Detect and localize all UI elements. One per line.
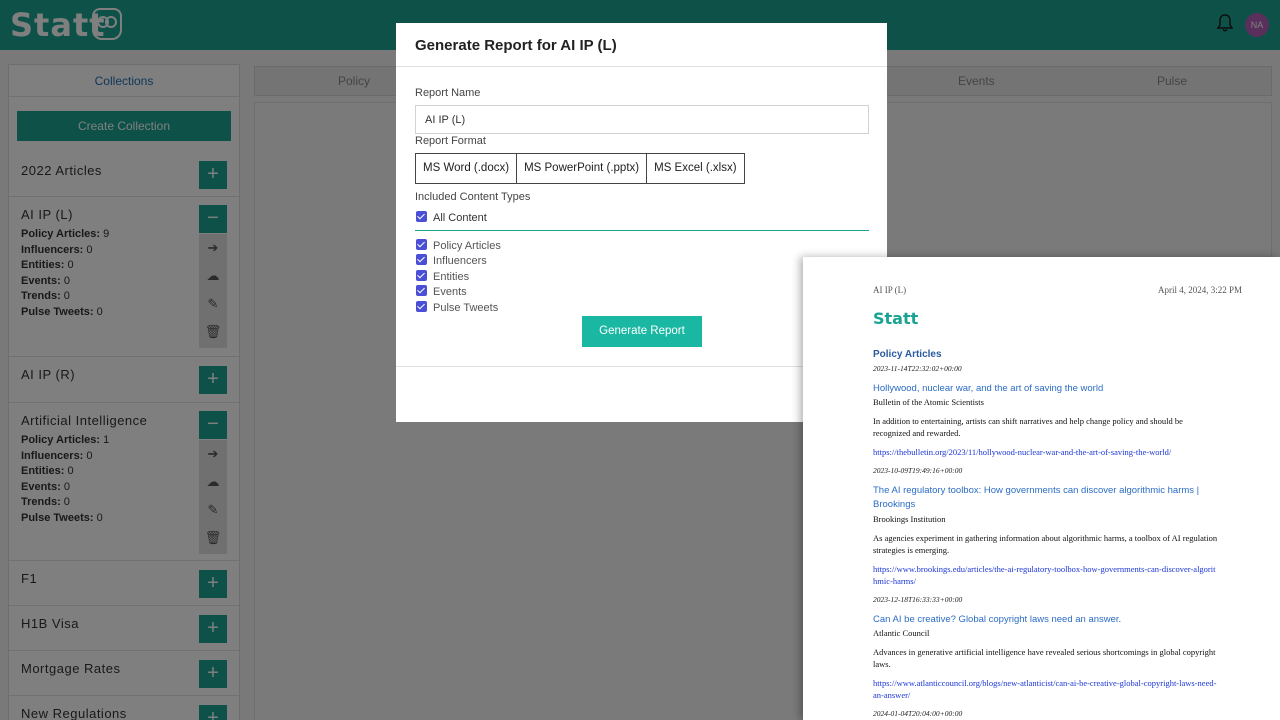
checkbox-checked-icon[interactable] <box>416 270 427 281</box>
article-url[interactable]: https://www.atlanticcouncil.org/blogs/ne… <box>873 678 1218 701</box>
checkbox-checked-icon[interactable] <box>416 254 427 265</box>
article-date: 2024-01-04T20:04:00+00:00 <box>873 709 963 718</box>
influencers-checkbox[interactable]: Influencers <box>416 254 487 268</box>
article-date: 2023-12-18T16:33:33+00:00 <box>873 595 963 604</box>
policy-articles-checkbox[interactable]: Policy Articles <box>416 239 501 253</box>
modal-title: Generate Report for AI IP (L) <box>415 37 617 54</box>
article-source: Bulletin of the Atomic Scientists <box>873 397 984 407</box>
article-summary: As agencies experiment in gathering info… <box>873 533 1218 555</box>
report-preview: AI IP (L) April 4, 2024, 3:22 PM Statt P… <box>803 257 1280 720</box>
article-date: 2023-11-14T22:32:02+00:00 <box>873 364 962 373</box>
article-summary: In addition to entertaining, artists can… <box>873 416 1183 438</box>
content-types-label: Included Content Types <box>415 191 531 203</box>
all-content-checkbox[interactable]: All Content <box>416 211 487 225</box>
report-format-group: MS Word (.docx) MS PowerPoint (.pptx) MS… <box>415 153 745 184</box>
report-name-label: Report Name <box>415 87 481 99</box>
format-pptx-button[interactable]: MS PowerPoint (.pptx) <box>516 153 648 184</box>
article-source: Atlantic Council <box>873 628 930 638</box>
article-url[interactable]: https://www.brookings.edu/articles/the-a… <box>873 564 1218 587</box>
checkbox-checked-icon[interactable] <box>416 239 427 250</box>
checkbox-checked-icon[interactable] <box>416 285 427 296</box>
generate-report-button[interactable]: Generate Report <box>582 316 702 347</box>
format-docx-button[interactable]: MS Word (.docx) <box>415 153 518 184</box>
article-source: Brookings Institution <box>873 514 946 524</box>
events-checkbox[interactable]: Events <box>416 285 467 299</box>
report-name-input[interactable] <box>415 105 869 134</box>
preview-header-title: AI IP (L) <box>873 285 907 295</box>
article-title[interactable]: Hollywood, nuclear war, and the art of s… <box>873 382 1213 396</box>
pulse-tweets-checkbox[interactable]: Pulse Tweets <box>416 301 498 315</box>
checkbox-checked-icon[interactable] <box>416 211 427 222</box>
article-date: 2023-10-09T19:49:16+00:00 <box>873 466 963 475</box>
article-summary: Advances in generative artificial intell… <box>873 647 1216 669</box>
preview-logo: Statt <box>873 309 919 328</box>
format-xlsx-button[interactable]: MS Excel (.xlsx) <box>646 153 745 184</box>
preview-header-date: April 4, 2024, 3:22 PM <box>1158 285 1243 295</box>
checkbox-checked-icon[interactable] <box>416 301 427 312</box>
entities-checkbox[interactable]: Entities <box>416 270 469 284</box>
article-url[interactable]: https://thebulletin.org/2023/11/hollywoo… <box>873 447 1218 459</box>
report-format-label: Report Format <box>415 135 486 147</box>
article-title[interactable]: The AI regulatory toolbox: How governmen… <box>873 484 1213 512</box>
divider <box>415 230 869 231</box>
preview-section-title: Policy Articles <box>873 349 942 360</box>
article-title[interactable]: Can AI be creative? Global copyright law… <box>873 613 1213 627</box>
modal-header: Generate Report for AI IP (L) <box>396 23 887 67</box>
